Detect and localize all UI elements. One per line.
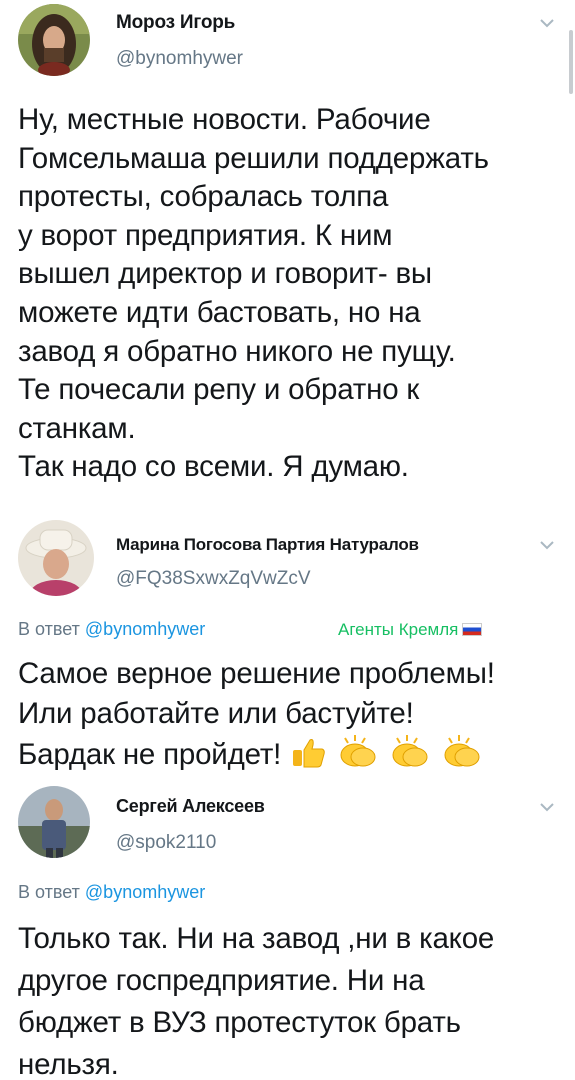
text-line: нельзя. (18, 1048, 119, 1080)
author-handle[interactable]: @FQ38SxwxZqVwZcV (116, 568, 311, 590)
scrollbar[interactable] (569, 30, 573, 94)
text-line: можете идти бастовать, но на (18, 295, 421, 329)
tweet-text: Ну, местные новости. Рабочие Гомсельмаша… (18, 101, 568, 487)
author-name[interactable]: Марина Погосова Партия Натуралов (116, 535, 419, 555)
clapping-hands-icon (444, 735, 480, 767)
author-handle[interactable]: @bynomhywer (116, 48, 243, 70)
text-line: протесты, собралась толпа (18, 180, 389, 214)
text-line: станкам. (18, 411, 136, 445)
avatar[interactable] (18, 4, 90, 76)
reply-context: В ответ @bynomhywer (18, 619, 205, 640)
tweet-1: Мороз Игорь @bynomhywer Ну, местные ново… (0, 0, 575, 520)
avatar[interactable] (18, 786, 90, 858)
tweet-text: Только так. Ни на завод ,ни в какое друг… (18, 918, 568, 1080)
thumbs-up-icon (293, 739, 325, 768)
user-label-text: Агенты Кремля (338, 620, 459, 639)
text-line: Ну, местные новости. Рабочие (18, 103, 431, 136)
tweet-3: Сергей Алексеев @spok2110 В ответ @bynom… (0, 782, 575, 1080)
clapping-hands-icon (392, 735, 428, 767)
avatar[interactable] (18, 520, 94, 596)
tweet-thread: Мороз Игорь @bynomhywer Ну, местные ново… (0, 0, 575, 1080)
text-line: Те почесали репу и обратно к (18, 373, 420, 407)
tweet-2: Марина Погосова Партия Натуралов @FQ38Sx… (0, 520, 575, 782)
text-line: бюджет в ВУЗ протестуток брать (18, 1006, 461, 1039)
author-name[interactable]: Мороз Игорь (116, 12, 235, 34)
text-line: другое госпредприятие. Ни на (18, 964, 425, 997)
user-label: Агенты Кремля (338, 620, 483, 640)
chevron-down-icon[interactable] (536, 534, 558, 556)
tweet-text: Самое верное решение проблемы! Или работ… (18, 654, 568, 775)
chevron-down-icon[interactable] (536, 796, 558, 818)
text-line: Самое верное решение проблемы! (18, 657, 495, 690)
author-name[interactable]: Сергей Алексеев (116, 796, 265, 817)
reply-context: В ответ @bynomhywer (18, 882, 205, 903)
text-line: Так надо со всеми. Я думаю. (18, 450, 409, 484)
clapping-hands-icon (340, 735, 376, 767)
reply-prefix: В ответ (18, 619, 80, 639)
text-line: у ворот предприятия. К ним (18, 218, 393, 252)
reply-prefix: В ответ (18, 882, 80, 902)
text-line: Только так. Ни на завод ,ни в какое (18, 922, 495, 955)
text-line: завод я обратно никого не пущу. (18, 334, 456, 368)
russia-flag-icon (462, 623, 483, 636)
author-handle[interactable]: @spok2110 (116, 832, 216, 854)
chevron-down-icon[interactable] (536, 12, 558, 34)
text-line-with-emoji: Бардак не пройдет! (18, 734, 568, 775)
text-line: Гомсельмаша решили поддержать (18, 141, 489, 175)
text-line: Или работайте или бастуйте! (18, 697, 414, 730)
text-line: вышел директор и говорит- вы (18, 257, 432, 291)
reply-to-link[interactable]: @bynomhywer (85, 882, 205, 902)
reply-to-link[interactable]: @bynomhywer (85, 619, 205, 639)
text-line: Бардак не пройдет! (18, 738, 282, 771)
